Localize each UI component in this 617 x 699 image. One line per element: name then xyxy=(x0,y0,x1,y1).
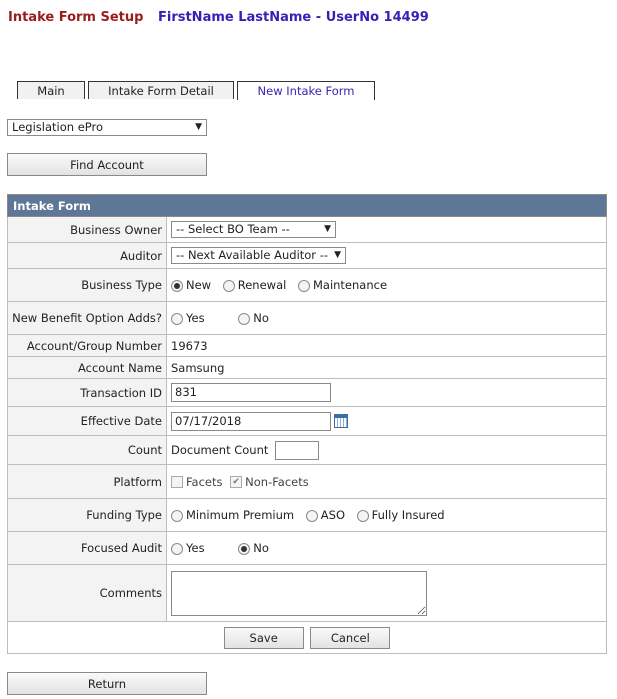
platform-label: Platform xyxy=(7,464,167,499)
auditor-value: -- Next Available Auditor -- xyxy=(176,248,328,262)
focused-audit-yes-label: Yes xyxy=(186,541,205,556)
business-type-renewal-label: Renewal xyxy=(237,278,287,293)
benefit-adds-label: New Benefit Option Adds? xyxy=(7,301,167,335)
funding-fully-insured-label: Fully Insured xyxy=(371,508,445,523)
business-type-maintenance-label: Maintenance xyxy=(312,278,388,293)
business-type-new-label: New xyxy=(186,278,212,293)
intake-form-heading: Intake Form xyxy=(7,194,607,217)
focused-audit-label: Focused Audit xyxy=(7,531,167,565)
dropdown-arrow-icon: ▼ xyxy=(324,224,331,234)
dropdown-arrow-icon: ▼ xyxy=(195,122,202,132)
business-owner-select[interactable]: -- Select BO Team -- ▼ xyxy=(171,221,336,238)
platform-facets-checkbox[interactable] xyxy=(171,476,183,489)
page-title: Intake Form Setup xyxy=(8,10,144,25)
auditor-select[interactable]: -- Next Available Auditor -- ▼ xyxy=(171,247,346,264)
return-button[interactable]: Return xyxy=(7,672,207,695)
funding-min-premium-label: Minimum Premium xyxy=(186,508,295,523)
funding-min-premium-radio[interactable] xyxy=(171,509,183,522)
focused-audit-no-label: No xyxy=(253,541,269,556)
find-account-button[interactable]: Find Account xyxy=(7,153,207,176)
count-label: Count xyxy=(7,435,167,465)
business-type-renewal-radio[interactable] xyxy=(222,279,235,292)
legislation-select-value: Legislation ePro xyxy=(12,120,104,134)
account-name-value: Samsung xyxy=(166,356,607,379)
funding-fully-insured-radio[interactable] xyxy=(356,509,369,522)
platform-non-facets-label: Non-Facets xyxy=(245,474,309,489)
effective-date-input[interactable]: 07/17/2018 xyxy=(171,411,331,431)
calendar-icon[interactable] xyxy=(334,414,348,428)
dropdown-arrow-icon: ▼ xyxy=(334,250,341,260)
account-group-label: Account/Group Number xyxy=(7,334,167,357)
business-type-label: Business Type xyxy=(7,268,167,302)
business-type-new-radio[interactable] xyxy=(171,279,183,292)
benefit-adds-yes-radio[interactable] xyxy=(171,312,183,325)
save-button[interactable]: Save xyxy=(223,626,304,649)
document-count-input[interactable] xyxy=(275,440,320,460)
tab-main[interactable]: Main xyxy=(17,81,85,99)
legislation-select[interactable]: Legislation ePro ▼ xyxy=(7,119,207,136)
cancel-button[interactable]: Cancel xyxy=(310,626,391,649)
account-group-value: 19673 xyxy=(166,334,607,357)
auditor-label: Auditor xyxy=(7,242,167,269)
user-info: FirstName LastName - UserNo 14499 xyxy=(157,10,429,25)
funding-aso-radio[interactable] xyxy=(305,509,318,522)
transaction-id-input[interactable]: 831 xyxy=(171,383,331,402)
business-owner-label: Business Owner xyxy=(7,216,167,243)
focused-audit-no-radio[interactable] xyxy=(238,542,251,555)
business-owner-value: -- Select BO Team -- xyxy=(176,222,290,236)
intake-form-table: Intake Form Business Owner -- Select BO … xyxy=(7,194,607,654)
funding-aso-label: ASO xyxy=(320,508,345,523)
comments-textarea[interactable] xyxy=(171,570,427,616)
funding-type-label: Funding Type xyxy=(7,498,167,532)
tab-new-intake-form[interactable]: New Intake Form xyxy=(237,81,375,100)
page-header: Intake Form Setup FirstName LastName - U… xyxy=(8,10,429,25)
benefit-adds-no-label: No xyxy=(253,311,269,326)
focused-audit-yes-radio[interactable] xyxy=(171,542,183,555)
account-name-label: Account Name xyxy=(7,356,167,379)
platform-facets-label: Facets xyxy=(186,474,223,489)
effective-date-label: Effective Date xyxy=(7,406,167,436)
business-type-maintenance-radio[interactable] xyxy=(297,279,310,292)
platform-non-facets-checkbox[interactable]: ✔ xyxy=(230,476,243,489)
benefit-adds-no-radio[interactable] xyxy=(238,312,251,325)
document-count-label: Document Count xyxy=(171,442,269,457)
benefit-adds-yes-label: Yes xyxy=(186,311,205,326)
comments-label: Comments xyxy=(7,564,167,622)
tab-intake-form-detail[interactable]: Intake Form Detail xyxy=(88,81,234,99)
transaction-id-label: Transaction ID xyxy=(7,378,167,407)
